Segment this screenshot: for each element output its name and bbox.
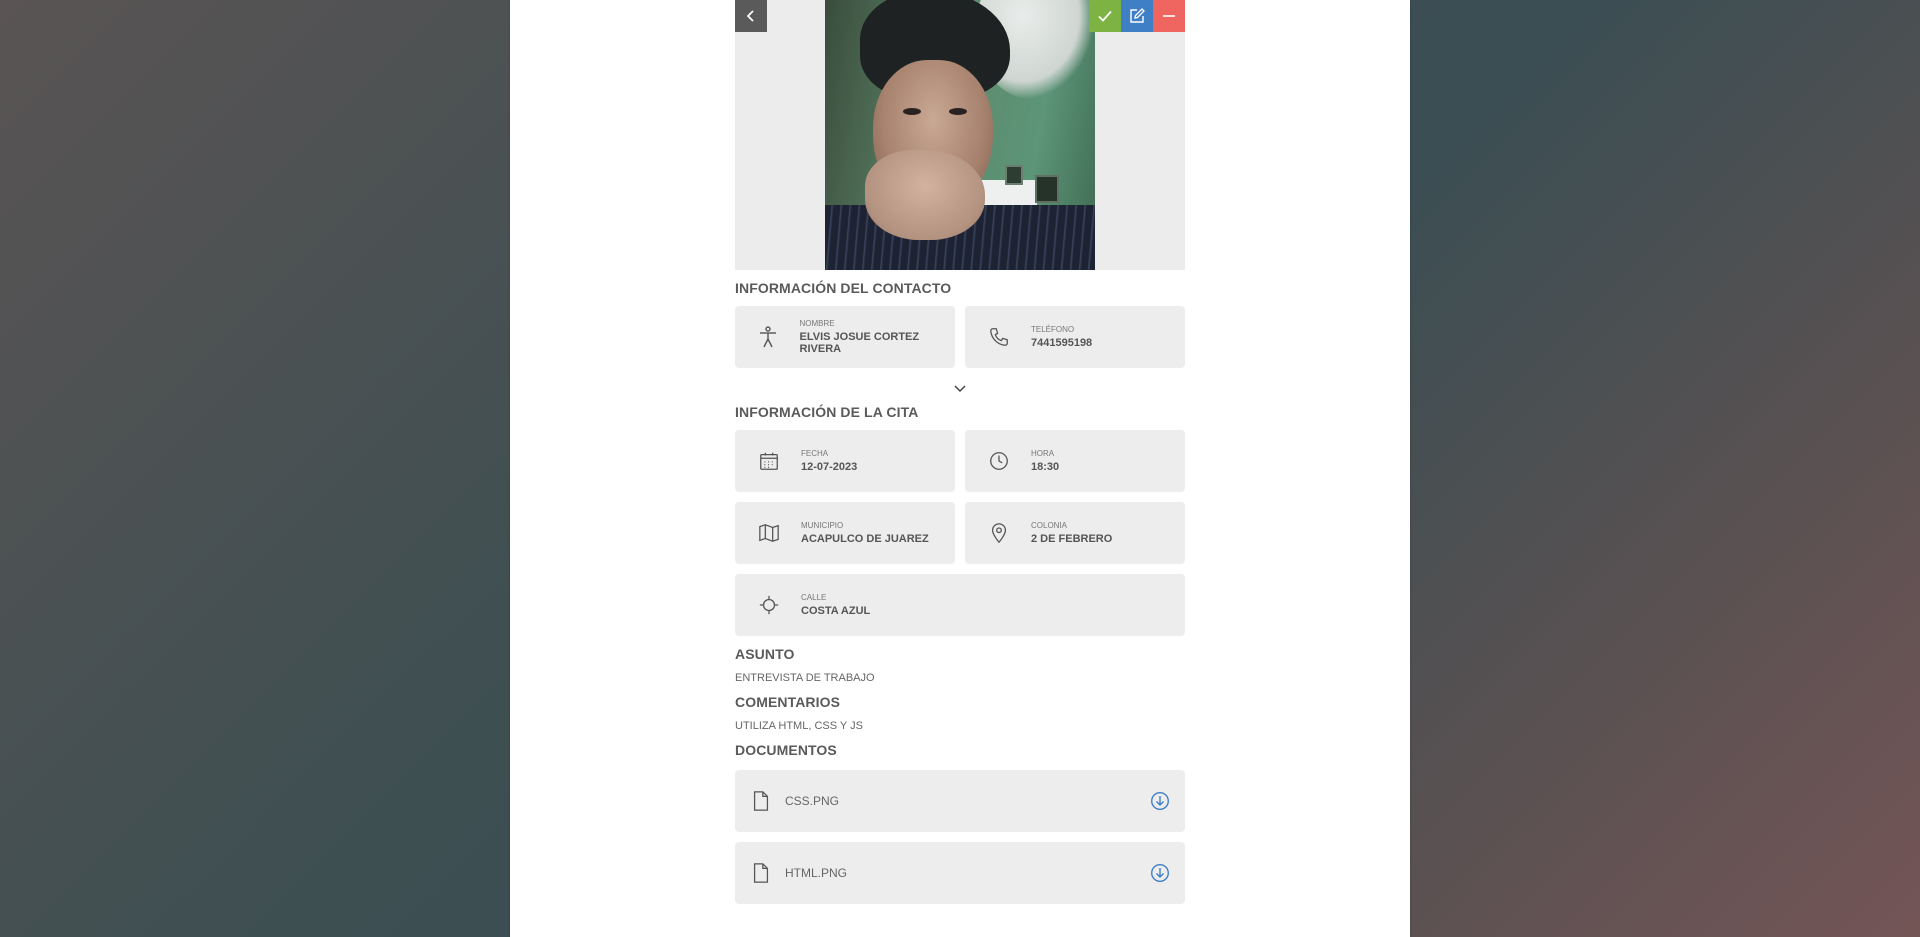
hora-card: HORA 18:30 bbox=[965, 430, 1185, 492]
nombre-value: ELVIS JOSUE CORTEZ RIVERA bbox=[799, 331, 920, 355]
colonia-card: COLONIA 2 DE FEBRERO bbox=[965, 502, 1185, 564]
document-name: CSS.PNG bbox=[785, 794, 840, 808]
asunto-text: ENTREVISTA DE TRABAJO bbox=[735, 672, 875, 684]
documentos-title: DOCUMENTOS bbox=[735, 742, 837, 758]
document-name: HTML.PNG bbox=[785, 866, 848, 880]
clock-icon bbox=[985, 447, 1013, 475]
file-icon bbox=[747, 859, 775, 887]
comentarios-title: COMENTARIOS bbox=[735, 694, 841, 710]
contact-section-title: INFORMACIÓN DEL CONTACTO bbox=[735, 280, 952, 296]
chevron-left-icon bbox=[746, 10, 754, 22]
document-item[interactable]: CSS.PNG bbox=[735, 770, 1185, 832]
telefono-card: TELÉFONO 7441595198 bbox=[965, 306, 1185, 368]
action-buttons bbox=[1089, 0, 1185, 32]
contact-cards: NOMBRE ELVIS JOSUE CORTEZ RIVERA TELÉFON… bbox=[735, 306, 1185, 368]
calle-label: CALLE bbox=[801, 593, 827, 602]
download-icon bbox=[1150, 863, 1170, 883]
municipio-value: ACAPULCO DE JUAREZ bbox=[801, 533, 929, 545]
fecha-label: FECHA bbox=[801, 449, 829, 458]
nombre-label: NOMBRE bbox=[799, 319, 835, 328]
calendar-icon bbox=[755, 447, 783, 475]
back-button[interactable] bbox=[735, 0, 767, 32]
asunto-title: ASUNTO bbox=[735, 646, 795, 662]
phone-icon bbox=[985, 323, 1013, 351]
municipio-colonia-cards: MUNICIPIO ACAPULCO DE JUAREZ COLONIA 2 D… bbox=[735, 502, 1185, 564]
telefono-label: TELÉFONO bbox=[1031, 325, 1075, 334]
hora-value: 18:30 bbox=[1031, 461, 1060, 473]
file-icon bbox=[747, 787, 775, 815]
fecha-value: 12-07-2023 bbox=[801, 461, 858, 473]
cita-section-title: INFORMACIÓN DE LA CITA bbox=[735, 404, 919, 420]
photo-header bbox=[735, 0, 1185, 270]
delete-button[interactable] bbox=[1153, 0, 1185, 32]
calle-value: COSTA AZUL bbox=[801, 605, 871, 617]
edit-icon bbox=[1130, 8, 1145, 23]
fecha-hora-cards: FECHA 12-07-2023 HORA 18:30 bbox=[735, 430, 1185, 492]
hora-label: HORA bbox=[1031, 449, 1055, 458]
person-icon bbox=[755, 323, 782, 351]
municipio-card: MUNICIPIO ACAPULCO DE JUAREZ bbox=[735, 502, 955, 564]
detail-page: INFORMACIÓN DEL CONTACTO NOMBRE ELVIS JO… bbox=[510, 0, 1410, 937]
download-button[interactable] bbox=[1149, 862, 1171, 884]
colonia-label: COLONIA bbox=[1031, 521, 1068, 530]
download-button[interactable] bbox=[1149, 790, 1171, 812]
accept-button[interactable] bbox=[1089, 0, 1121, 32]
download-icon bbox=[1150, 791, 1170, 811]
contact-photo bbox=[825, 0, 1095, 270]
nombre-card: NOMBRE ELVIS JOSUE CORTEZ RIVERA bbox=[735, 306, 955, 368]
expand-contact-button[interactable] bbox=[735, 384, 1185, 394]
edit-button[interactable] bbox=[1121, 0, 1153, 32]
minus-icon bbox=[1163, 15, 1175, 17]
fecha-card: FECHA 12-07-2023 bbox=[735, 430, 955, 492]
comentarios-text: UTILIZA HTML, CSS Y JS bbox=[735, 720, 863, 732]
crosshair-icon bbox=[755, 591, 783, 619]
document-item[interactable]: HTML.PNG bbox=[735, 842, 1185, 904]
chevron-down-icon bbox=[954, 385, 966, 393]
check-icon bbox=[1098, 10, 1112, 22]
appointment-detail: INFORMACIÓN DEL CONTACTO NOMBRE ELVIS JO… bbox=[735, 0, 1185, 904]
telefono-value: 7441595198 bbox=[1031, 337, 1093, 349]
colonia-value: 2 DE FEBRERO bbox=[1031, 533, 1113, 545]
calle-card: CALLE COSTA AZUL bbox=[735, 574, 1185, 636]
location-pin-icon bbox=[985, 519, 1013, 547]
municipio-label: MUNICIPIO bbox=[801, 521, 844, 530]
map-icon bbox=[755, 519, 783, 547]
